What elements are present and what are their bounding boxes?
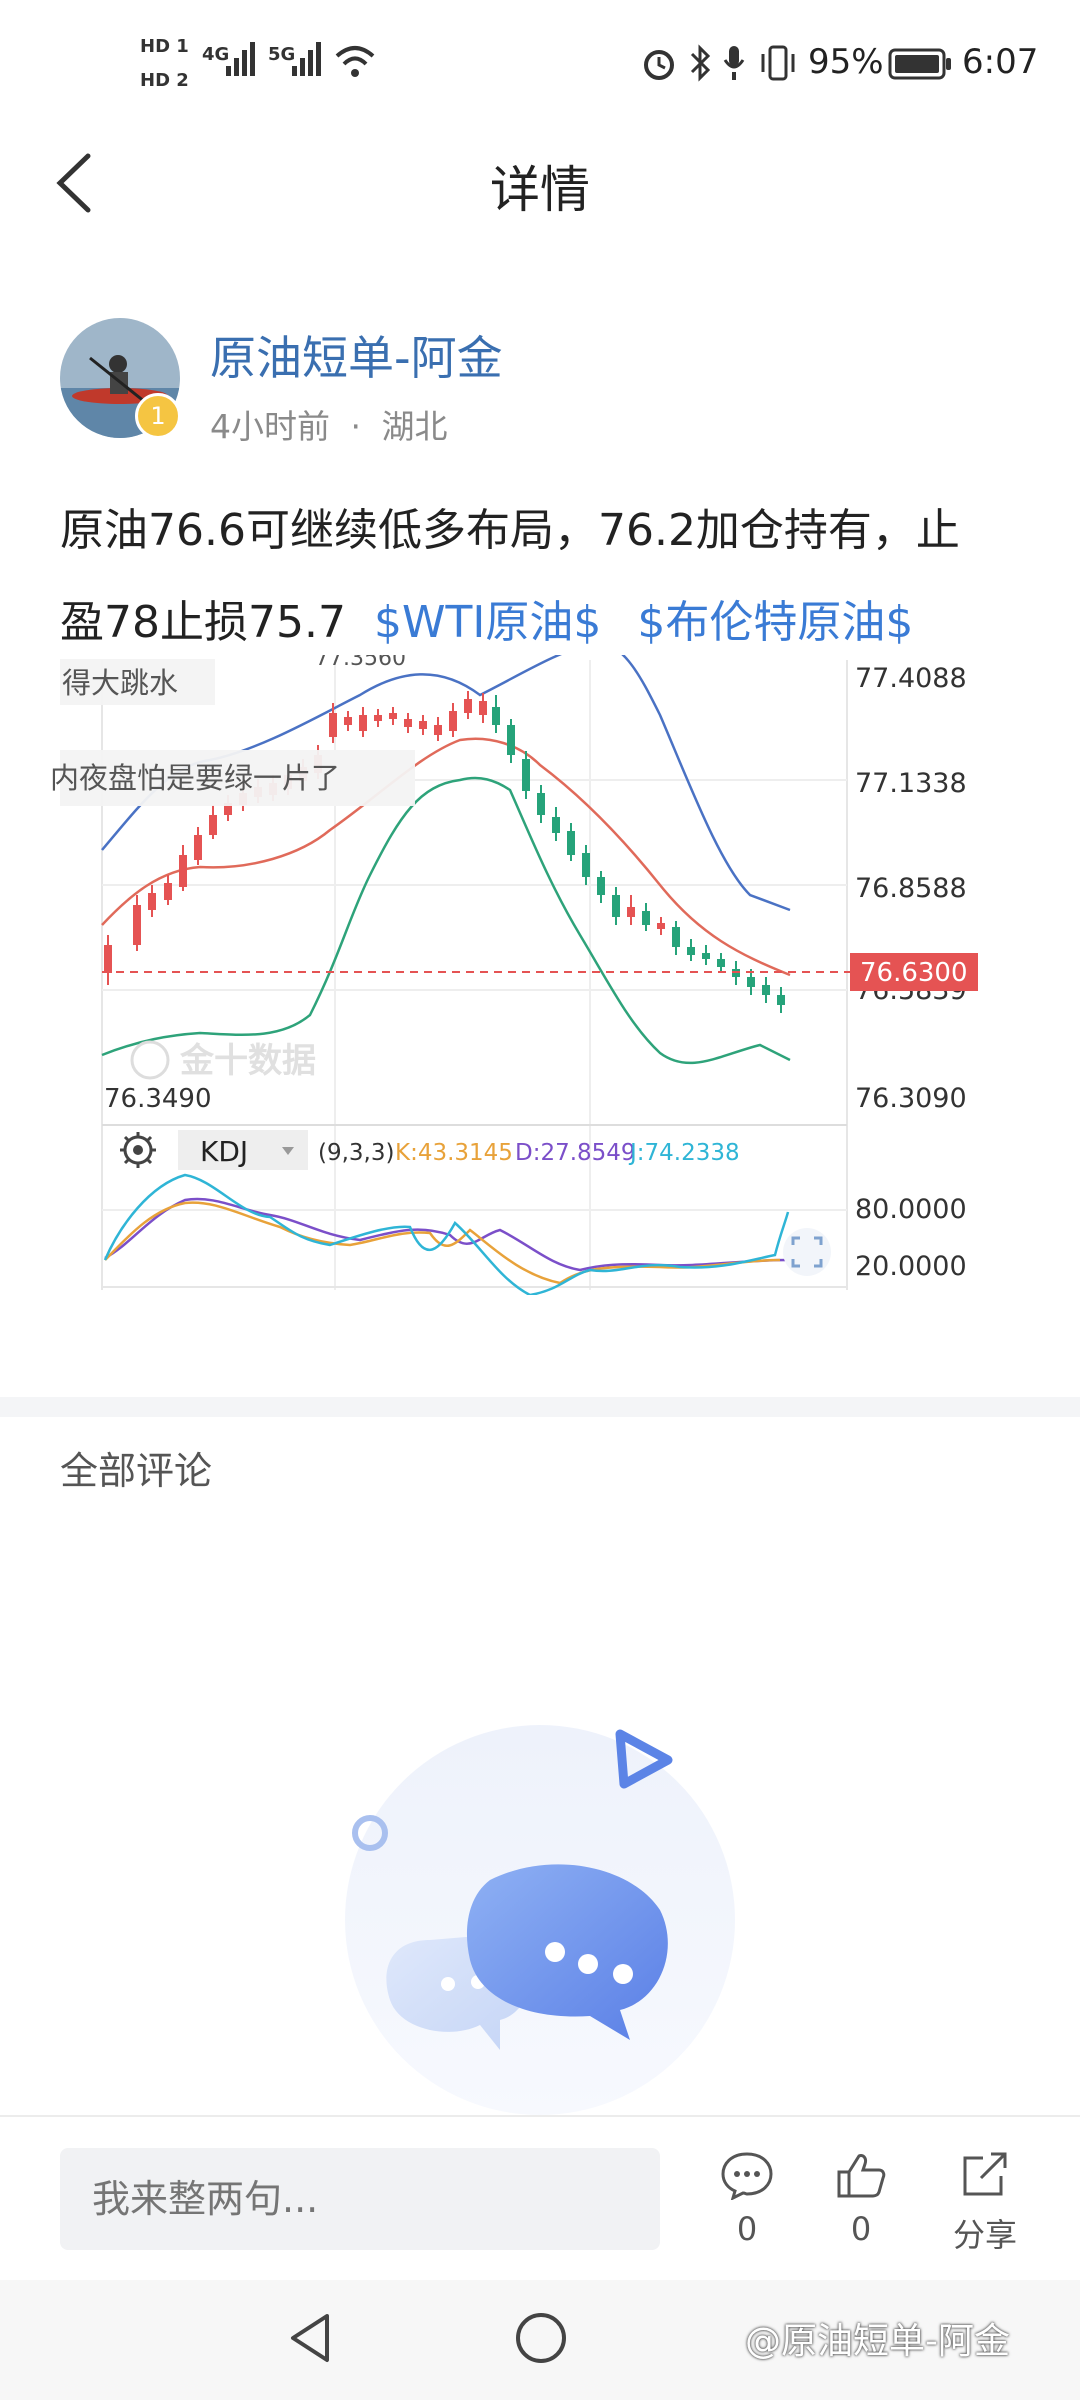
post-text-line1: 原油76.6可继续低多布局，76.2加仓持有，止 — [60, 505, 960, 556]
like-button[interactable]: 0 — [806, 2150, 916, 2248]
kdj-tick-1: 80.0000 — [855, 1194, 967, 1225]
high-label: 77.3560 — [315, 655, 406, 671]
post-text-line2-content: 盈78止损75.7 — [60, 597, 346, 648]
candle — [672, 927, 680, 947]
candle — [582, 853, 590, 877]
candle — [717, 959, 725, 967]
price-chart[interactable]: 得大跳水 内夜盘怕是要绿一片了 77.3560 金十数据 76.3490 77.… — [0, 655, 1080, 1295]
candle — [133, 905, 141, 945]
candle — [164, 883, 172, 900]
candle — [537, 793, 545, 815]
mic-icon — [723, 46, 745, 80]
page-title: 详情 — [490, 161, 590, 219]
candle — [507, 725, 515, 755]
candle — [702, 953, 710, 959]
nav-back-icon[interactable] — [285, 2310, 335, 2366]
post-time: 4小时前 — [210, 407, 330, 446]
clock: 6:07 — [962, 42, 1039, 82]
empty-comments-illustration — [345, 1725, 735, 2115]
candle — [552, 817, 560, 833]
candle — [777, 995, 785, 1005]
price-tick-5: 76.3090 — [855, 1083, 967, 1114]
sim1-label: HD 1 — [140, 36, 189, 57]
candle — [464, 699, 472, 713]
candle — [642, 911, 650, 925]
candle — [479, 701, 487, 715]
candle — [344, 717, 352, 725]
candle — [567, 831, 575, 855]
tag-wti[interactable]: $WTI原油$ — [374, 597, 601, 648]
overlay-text-2: 内夜盘怕是要绿一片了 — [50, 761, 340, 795]
candle — [419, 721, 427, 729]
nav-home-icon[interactable] — [513, 2310, 569, 2366]
fullscreen-icon[interactable] — [783, 1228, 831, 1276]
level-badge: 1 — [135, 393, 181, 439]
candle — [389, 713, 397, 719]
author-watermark: @原油短单-阿金 — [745, 2321, 1010, 2362]
candle — [404, 719, 412, 727]
bluetooth-icon — [690, 44, 711, 82]
gear-icon[interactable] — [120, 1132, 156, 1168]
candle — [209, 815, 217, 835]
meta-dot: · — [350, 407, 362, 446]
comment-button[interactable]: 0 — [692, 2150, 802, 2248]
post-meta: 4小时前 · 湖北 — [210, 400, 448, 448]
sim2-label: HD 2 — [140, 70, 189, 91]
d-value: D:27.8549 — [515, 1140, 636, 1166]
comment-input[interactable] — [60, 2148, 660, 2250]
chart-watermark: 金十数据 — [179, 1041, 316, 1081]
share-icon — [963, 2152, 1007, 2196]
comment-icon — [721, 2152, 773, 2201]
kdj-tick-2: 20.0000 — [855, 1251, 967, 1282]
author-name[interactable]: 原油短单-阿金 — [210, 322, 503, 388]
low-label: 76.3490 — [104, 1084, 212, 1114]
candle — [762, 985, 770, 995]
alarm-icon — [644, 50, 674, 80]
candle — [597, 877, 605, 895]
candle — [687, 947, 695, 955]
candle — [492, 707, 500, 725]
battery-percent: 95% — [808, 42, 884, 82]
like-count: 0 — [850, 2210, 872, 2248]
candle — [194, 835, 202, 860]
wifi-icon — [335, 46, 375, 77]
candle — [449, 711, 457, 731]
share-button[interactable]: 分享 — [930, 2150, 1040, 2256]
candle — [434, 725, 442, 735]
candle — [148, 893, 156, 910]
post-body: 原油76.6可继续低多布局，76.2加仓持有，止 盈78止损75.7 $WTI原… — [60, 485, 1030, 669]
candle — [627, 907, 635, 917]
candle — [179, 855, 187, 887]
candle — [612, 895, 620, 917]
indicator-name: KDJ — [200, 1135, 248, 1168]
signal-icon — [226, 42, 255, 76]
candle — [522, 759, 530, 791]
candle — [374, 715, 382, 721]
k-value: K:43.3145 — [395, 1140, 513, 1166]
current-price-label: 76.6300 — [860, 958, 968, 988]
comments-title: 全部评论 — [60, 1449, 213, 1493]
section-divider — [0, 1397, 1080, 1417]
candle — [104, 945, 112, 973]
candle — [657, 923, 665, 929]
signal-icon-2 — [292, 42, 321, 76]
comment-count: 0 — [736, 2210, 758, 2248]
overlay-text-1: 得大跳水 — [62, 666, 178, 700]
tag-brent[interactable]: $布伦特原油$ — [637, 597, 913, 648]
share-label: 分享 — [952, 2216, 1017, 2254]
candle — [359, 715, 367, 731]
price-tick-3: 76.8588 — [855, 873, 967, 904]
j-value: J:74.2338 — [628, 1140, 740, 1166]
status-bar: HD 1 HD 2 4G 5G 95% 6:07 — [0, 0, 1080, 130]
candle — [329, 713, 337, 737]
indicator-params: (9,3,3) — [318, 1140, 394, 1166]
candle — [747, 977, 755, 987]
battery-icon — [888, 48, 951, 80]
post-location: 湖北 — [381, 407, 448, 446]
thumbs-up-icon — [837, 2154, 886, 2198]
price-tick-2: 77.1338 — [855, 768, 967, 799]
vibrate-icon — [761, 45, 795, 81]
price-tick-1: 77.4088 — [855, 663, 967, 694]
